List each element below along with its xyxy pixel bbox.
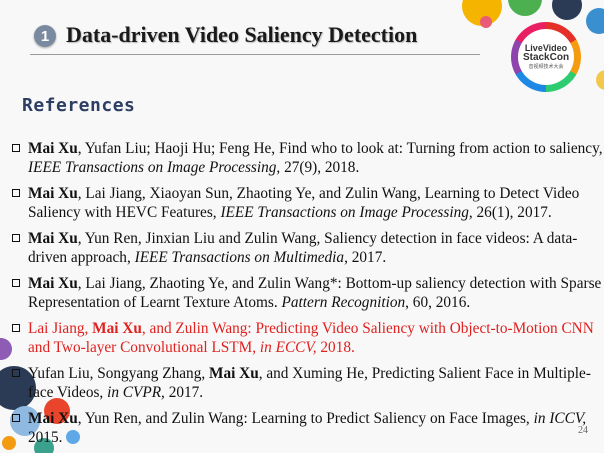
page-number: 24: [578, 425, 588, 436]
decor-circle-dark: [552, 0, 582, 20]
reference-text: 2015.: [28, 429, 63, 446]
venue-text: IEEE Transactions on Image Processing: [220, 204, 469, 221]
author-highlight: Mai Xu: [28, 275, 78, 292]
reference-item: Mai Xu, Yun Ren, Jinxian Liu and Zulin W…: [12, 229, 604, 267]
venue-text: Pattern Recognition: [281, 294, 406, 311]
reference-item: Mai Xu, Yufan Liu; Haoji Hu; Feng He, Fi…: [12, 139, 604, 177]
reference-item: Mai Xu, Lai Jiang, Zhaoting Ye, and Zuli…: [12, 274, 604, 312]
reference-text: , Yun Ren, and Zulin Wang: Learning to P…: [77, 410, 534, 427]
reference-item: Mai Xu, Yun Ren, and Zulin Wang: Learnin…: [12, 409, 604, 447]
slide: LiveVideo StackCon 音视频技术大会 1 Data-driven…: [0, 0, 604, 453]
reference-text: , 2017.: [344, 249, 387, 266]
author-highlight: Mai Xu: [28, 230, 78, 247]
reference-text: 2017.: [164, 384, 204, 401]
author-highlight: Mai Xu: [28, 185, 78, 202]
reference-item: Mai Xu, Lai Jiang, Xiaoyan Sun, Zhaoting…: [12, 184, 604, 222]
square-bullet-icon: [12, 324, 20, 332]
logo-line-3: 音视频技术大会: [528, 64, 564, 70]
reference-item: Yufan Liu, Songyang Zhang, Mai Xu, and X…: [12, 364, 604, 402]
slide-title: Data-driven Video Saliency Detection: [66, 22, 418, 47]
square-bullet-icon: [12, 234, 20, 242]
section-number-badge: 1: [34, 25, 56, 47]
logo-inner: LiveVideo StackCon 音视频技术大会: [518, 29, 574, 85]
decor-circle-green: [508, 0, 542, 16]
reference-text: , 26(1), 2017.: [468, 204, 552, 221]
author-highlight: Mai Xu: [92, 320, 142, 337]
conference-logo: LiveVideo StackCon 音视频技术大会: [511, 22, 581, 92]
author-highlight: Mai Xu: [28, 140, 78, 157]
venue-text: in ECCV,: [259, 339, 317, 356]
square-bullet-icon: [12, 189, 20, 197]
author-highlight: Mai Xu: [28, 410, 78, 427]
square-bullet-icon: [12, 144, 20, 152]
square-bullet-icon: [12, 369, 20, 377]
reference-text: Yufan Liu, Songyang Zhang,: [28, 365, 209, 382]
venue-text: in CVPR,: [107, 384, 165, 401]
reference-text: , 27(9), 2018.: [276, 159, 360, 176]
reference-item: Lai Jiang, Mai Xu, and Zulin Wang: Predi…: [12, 319, 604, 357]
reference-text: 2018.: [316, 339, 355, 356]
square-bullet-icon: [12, 414, 20, 422]
reference-text: , Yufan Liu; Haoji Hu; Feng He, Find who…: [77, 140, 603, 157]
decor-circle-pink: [480, 16, 492, 28]
venue-text: IEEE Transactions on Multimedia: [134, 249, 345, 266]
title-divider: [30, 54, 480, 55]
venue-text: IEEE Transactions on Image Processing: [28, 159, 277, 176]
author-highlight: Mai Xu: [209, 365, 259, 382]
decor-circle-blue: [586, 8, 604, 34]
decor-circle-gold: [596, 70, 604, 90]
references-heading: References: [22, 95, 136, 116]
decor-circle-purple: [0, 338, 12, 360]
reference-text: , 60, 2016.: [405, 294, 471, 311]
logo-line-2: StackCon: [522, 52, 570, 63]
reference-text: Lai Jiang,: [28, 320, 93, 337]
square-bullet-icon: [12, 279, 20, 287]
references-list: Mai Xu, Yufan Liu; Haoji Hu; Feng He, Fi…: [12, 139, 604, 453]
